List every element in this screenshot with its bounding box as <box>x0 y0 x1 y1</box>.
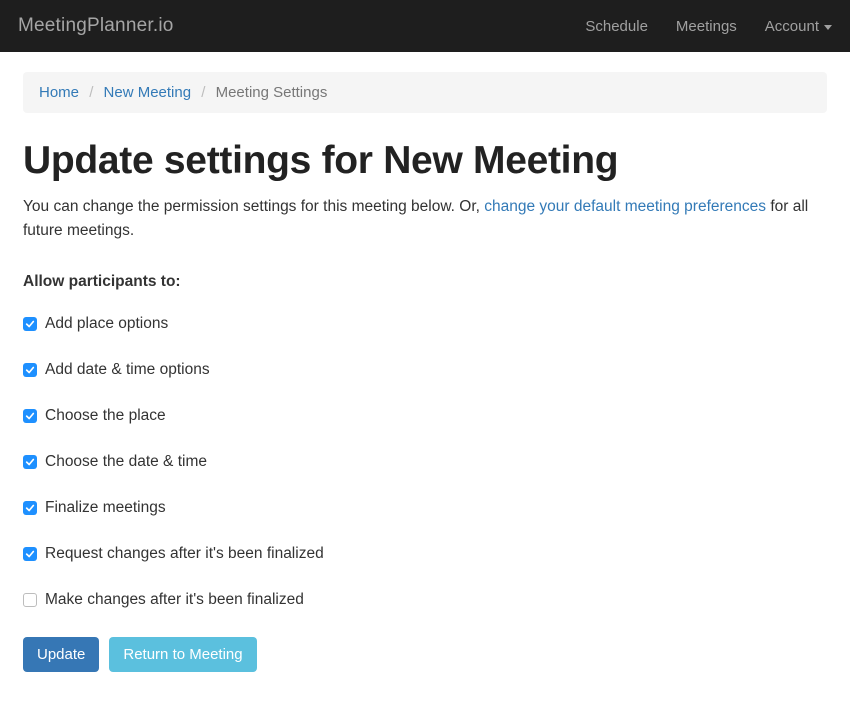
checkbox-label: Choose the date & time <box>45 453 207 471</box>
change-default-preferences-link[interactable]: change your default meeting preferences <box>484 198 766 215</box>
chevron-down-icon <box>824 25 832 30</box>
checkbox[interactable] <box>23 593 37 607</box>
checkbox-label: Request changes after it's been finalize… <box>45 545 324 563</box>
nav-link-label: Schedule <box>585 18 648 35</box>
checkbox[interactable] <box>23 501 37 515</box>
checkbox-row: Add date & time options <box>23 361 827 379</box>
checkbox-label: Add date & time options <box>45 361 210 379</box>
checkbox-row: Request changes after it's been finalize… <box>23 545 827 563</box>
breadcrumb: Home / New Meeting / Meeting Settings <box>23 72 827 113</box>
checkbox-row: Choose the place <box>23 407 827 425</box>
brand[interactable]: MeetingPlanner.io <box>18 15 174 37</box>
breadcrumb-new-meeting[interactable]: New Meeting <box>104 84 192 101</box>
main-container: Home / New Meeting / Meeting Settings Up… <box>5 52 845 702</box>
checkbox[interactable] <box>23 455 37 469</box>
navbar-right: Schedule Meetings Account <box>585 18 832 35</box>
nav-link-label: Meetings <box>676 18 737 35</box>
checkbox-row: Make changes after it's been finalized <box>23 591 827 609</box>
checkbox-label: Finalize meetings <box>45 499 166 517</box>
lead-text: You can change the permission settings f… <box>23 195 827 243</box>
checkbox-row: Finalize meetings <box>23 499 827 517</box>
breadcrumb-current: Meeting Settings <box>216 84 328 101</box>
breadcrumb-separator: / <box>195 84 211 101</box>
checkbox[interactable] <box>23 409 37 423</box>
checkbox[interactable] <box>23 363 37 377</box>
checkbox-row: Choose the date & time <box>23 453 827 471</box>
checkbox[interactable] <box>23 547 37 561</box>
nav-link-meetings[interactable]: Meetings <box>676 18 737 35</box>
nav-link-schedule[interactable]: Schedule <box>585 18 648 35</box>
breadcrumb-separator: / <box>83 84 99 101</box>
checkbox-label: Add place options <box>45 315 168 333</box>
page-title: Update settings for New Meeting <box>23 139 827 183</box>
nav-link-account[interactable]: Account <box>765 18 832 35</box>
lead-before: You can change the permission settings f… <box>23 198 484 215</box>
checkbox-label: Make changes after it's been finalized <box>45 591 304 609</box>
checkbox[interactable] <box>23 317 37 331</box>
nav-link-label: Account <box>765 18 819 35</box>
options-list: Add place options Add date & time options… <box>23 315 827 609</box>
navbar: MeetingPlanner.io Schedule Meetings Acco… <box>0 0 850 52</box>
button-row: Update Return to Meeting <box>23 637 827 672</box>
return-to-meeting-button[interactable]: Return to Meeting <box>109 637 256 672</box>
checkbox-label: Choose the place <box>45 407 166 425</box>
breadcrumb-home[interactable]: Home <box>39 84 79 101</box>
section-label: Allow participants to: <box>23 273 827 291</box>
checkbox-row: Add place options <box>23 315 827 333</box>
update-button[interactable]: Update <box>23 637 99 672</box>
